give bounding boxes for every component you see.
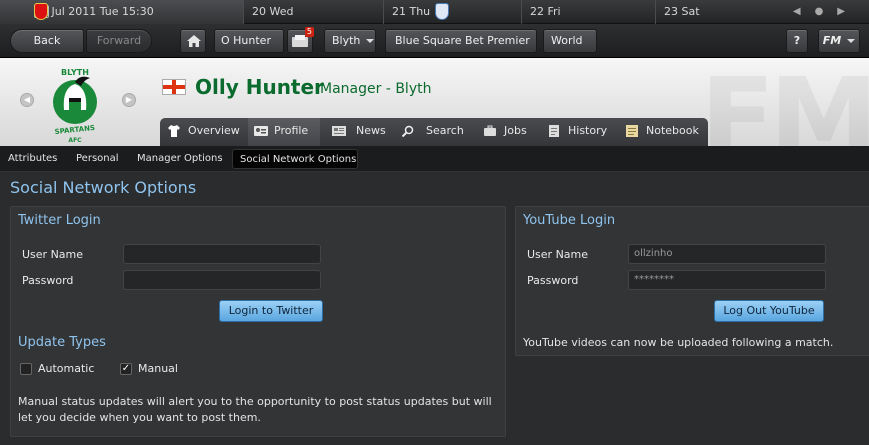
subtab-personal[interactable]: Personal <box>76 149 119 169</box>
tab-label: History <box>568 124 608 137</box>
fm-menu-label: FM <box>822 34 842 47</box>
world-dropdown[interactable]: World <box>543 29 597 65</box>
briefcase-icon <box>484 125 496 136</box>
calendar-day[interactable]: 20 Wed <box>244 0 384 24</box>
manager-dropdown[interactable]: O Hunter <box>214 29 284 65</box>
subtab-attributes[interactable]: Attributes <box>8 149 57 169</box>
next-arrow-icon[interactable]: ▶ <box>122 93 136 107</box>
calendar-controls: ◀●▶ <box>793 0 859 24</box>
manager-role[interactable]: Manager - Blyth <box>320 81 431 97</box>
tab-label: Search <box>426 124 464 137</box>
calendar-day-label: 23 Sat <box>664 5 700 18</box>
calendar-today-label: 19 Jul 2011 Tue 15:30 <box>34 5 154 18</box>
sub-tabs: Attributes Personal Manager Options Soci… <box>0 146 869 172</box>
youtube-password-field[interactable]: ******** <box>628 270 826 290</box>
news-icon <box>332 126 346 136</box>
tab-label: News <box>356 124 386 137</box>
help-button[interactable]: ? <box>786 29 808 53</box>
calendar-prev-icon[interactable]: ◀ <box>793 6 815 17</box>
profile-header: FM ◀ ▶ BLYTH SPARTANS AFC Olly Hunter Ma… <box>0 58 869 146</box>
youtube-password-label: Password <box>527 274 579 287</box>
twitter-password-field[interactable] <box>123 270 321 290</box>
login-to-twitter-button[interactable]: Login to Twitter <box>219 300 323 322</box>
calendar-day-label: 20 Wed <box>252 5 294 18</box>
checkmark-icon: ✓ <box>121 363 131 374</box>
home-button[interactable] <box>180 29 206 53</box>
home-icon <box>187 35 201 47</box>
document-icon <box>549 125 559 137</box>
england-flag-icon <box>162 79 186 95</box>
navigation-bar: Back Forward O Hunter 5 Blyth Blue Squar… <box>0 24 869 65</box>
tab-label: Jobs <box>504 124 527 137</box>
profile-card-icon <box>254 126 268 136</box>
calendar-bar: 19 Jul 2011 Tue 15:30 20 Wed 21 Thu 22 F… <box>0 0 869 24</box>
club-crest-icon[interactable]: BLYTH SPARTANS AFC <box>46 66 104 144</box>
subtab-social-network-options[interactable]: Social Network Options <box>232 149 358 169</box>
calendar-today-dot-icon[interactable]: ● <box>815 6 838 17</box>
page-title: Social Network Options <box>10 178 197 197</box>
twitter-password-label: Password <box>22 274 74 287</box>
shirt-icon <box>168 125 180 137</box>
inbox-button[interactable]: 5 <box>287 27 314 53</box>
tab-profile[interactable]: Profile <box>248 118 320 146</box>
twitter-username-label: User Name <box>22 248 84 261</box>
twitter-username-field[interactable] <box>123 244 321 264</box>
chevron-down-icon <box>366 39 375 43</box>
twitter-login-panel: Twitter Login User Name Password Login t… <box>10 206 506 437</box>
automatic-label: Automatic <box>38 362 95 375</box>
search-icon <box>402 125 414 137</box>
youtube-status-text: YouTube videos can now be uploaded follo… <box>523 336 834 349</box>
update-types-title: Update Types <box>18 335 106 350</box>
calendar-next-icon[interactable]: ▶ <box>837 6 859 17</box>
calendar-day[interactable]: 22 Fri <box>522 0 656 24</box>
tab-label: Overview <box>188 124 240 137</box>
club-dropdown-label: Blyth <box>332 34 361 47</box>
world-dropdown-label: World <box>551 34 583 47</box>
chevron-down-icon <box>847 39 856 43</box>
crest-top-text: BLYTH <box>61 68 89 77</box>
calendar-day-label: 22 Fri <box>530 5 561 18</box>
tab-label: Notebook <box>646 124 699 137</box>
update-types-description: Manual status updates will alert you to … <box>18 395 492 424</box>
forward-button[interactable]: Forward <box>86 29 152 53</box>
manual-label: Manual <box>138 362 178 375</box>
fm-watermark: FM <box>700 58 869 146</box>
calendar-day[interactable]: 21 Thu <box>384 0 522 24</box>
youtube-username-label: User Name <box>527 248 589 261</box>
automatic-checkbox[interactable] <box>20 363 32 375</box>
calendar-today[interactable]: 19 Jul 2011 Tue 15:30 <box>0 0 244 24</box>
inbox-count-badge: 5 <box>304 27 314 37</box>
club-dropdown[interactable]: Blyth <box>324 29 376 53</box>
log-out-youtube-button[interactable]: Log Out YouTube <box>714 300 824 322</box>
crest-mid-text: SPARTANS <box>54 124 95 136</box>
profile-tabs: Overview Profile News Search Jobs Histor… <box>160 118 708 146</box>
manual-checkbox[interactable]: ✓ <box>120 363 132 375</box>
subtab-manager-options[interactable]: Manager Options <box>137 149 223 169</box>
youtube-username-field[interactable]: ollzinho <box>628 244 826 264</box>
calendar-day-label: 21 Thu <box>392 5 431 18</box>
manager-dropdown-label: O Hunter <box>221 34 271 47</box>
tab-label: Profile <box>274 124 309 137</box>
calendar-day[interactable]: 23 Sat <box>656 0 796 24</box>
youtube-login-panel: YouTube Login User Name ollzinho Passwor… <box>515 206 869 356</box>
fm-menu-button[interactable]: FM <box>818 29 860 53</box>
league-dropdown-label: Blue Square Bet Premier <box>395 34 530 47</box>
notebook-icon <box>626 125 638 137</box>
opponent-crest-icon[interactable] <box>435 3 449 20</box>
manager-name: Olly Hunter <box>195 75 324 99</box>
twitter-login-title: Twitter Login <box>18 213 101 228</box>
previous-arrow-icon[interactable]: ◀ <box>20 93 34 107</box>
youtube-login-title: YouTube Login <box>523 213 616 228</box>
back-button[interactable]: Back <box>10 29 84 53</box>
opponent-crest-icon[interactable] <box>34 3 48 20</box>
crest-bottom-text: AFC <box>68 137 82 144</box>
league-dropdown[interactable]: Blue Square Bet Premier <box>385 29 537 65</box>
